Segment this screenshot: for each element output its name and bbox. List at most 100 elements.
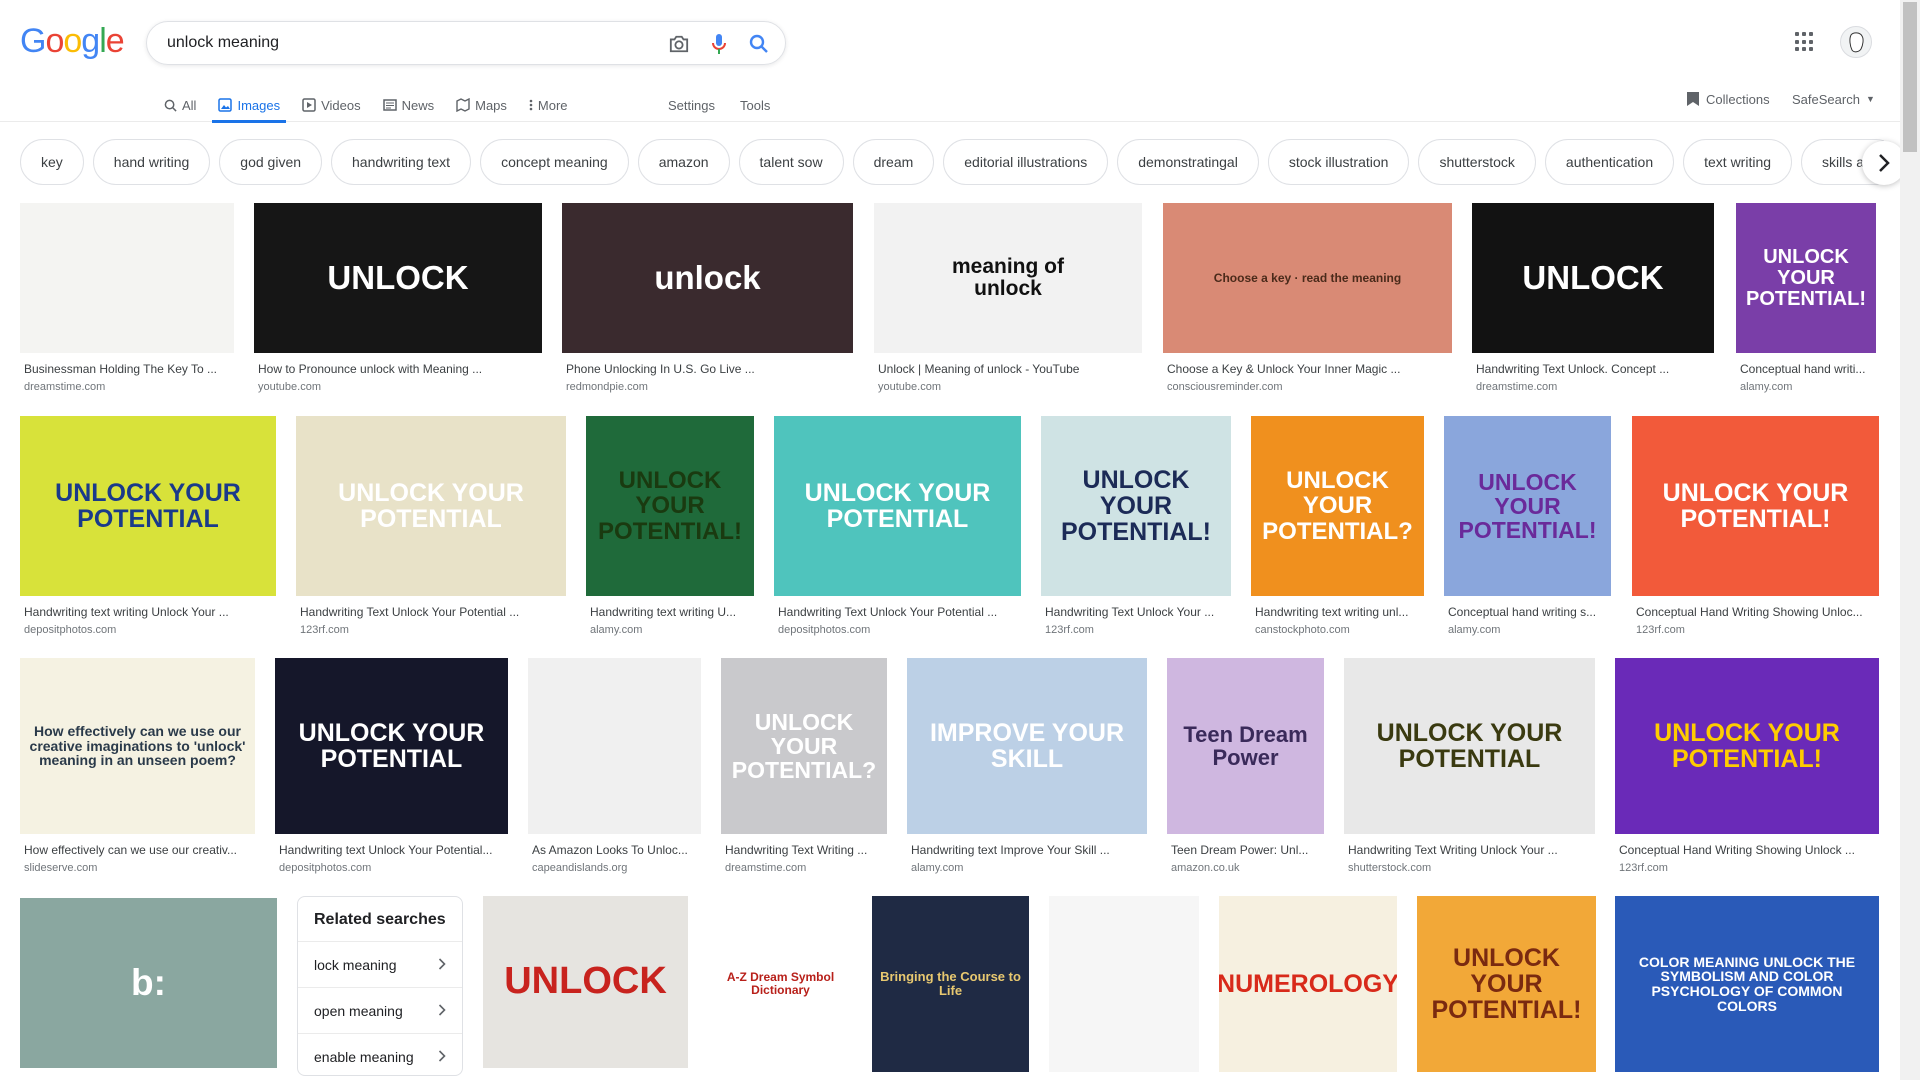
image-result[interactable]: UNLOCK YOUR POTENTIAL Handwriting Text Un… <box>296 416 566 638</box>
result-thumbnail[interactable]: UNLOCK <box>254 203 542 353</box>
tab-images[interactable]: Images <box>212 88 286 123</box>
image-result[interactable]: unlock Phone Unlocking In U.S. Go Live ..… <box>562 203 853 395</box>
result-title[interactable]: Conceptual Hand Writing Showing Unloc... <box>1636 605 1875 619</box>
image-result[interactable] <box>1049 896 1199 1080</box>
result-thumbnail[interactable]: UNLOCK YOUR POTENTIAL! <box>586 416 754 596</box>
image-result[interactable]: UNLOCK YOUR POTENTIAL Handwriting text Un… <box>275 658 508 876</box>
image-result[interactable]: UNLOCK YOUR POTENTIAL! Conceptual Hand Wr… <box>1615 658 1879 876</box>
settings-link[interactable]: Settings <box>668 88 715 122</box>
result-thumbnail[interactable]: IMPROVE YOUR SKILL <box>907 658 1147 834</box>
tab-maps[interactable]: Maps <box>456 88 507 122</box>
result-thumbnail[interactable]: UNLOCK <box>483 896 688 1068</box>
tools-link[interactable]: Tools <box>740 88 770 122</box>
image-result[interactable]: UNLOCK YOUR POTENTIAL? Handwriting text w… <box>1251 416 1424 638</box>
refinement-chip[interactable]: authentication <box>1544 139 1675 185</box>
result-thumbnail[interactable]: Choose a key · read the meaning <box>1163 203 1452 353</box>
result-title[interactable]: Handwriting Text Unlock Your Potential .… <box>778 605 1017 619</box>
tab-news[interactable]: News <box>382 88 434 122</box>
result-thumbnail[interactable]: UNLOCK YOUR POTENTIAL! <box>1444 416 1611 596</box>
refinement-chip[interactable]: editorial illustrations <box>943 139 1109 185</box>
image-result[interactable]: IMPROVE YOUR SKILL Handwriting text Impro… <box>907 658 1147 876</box>
image-result[interactable]: UNLOCK YOUR POTENTIAL? Handwriting Text W… <box>721 658 887 876</box>
image-result[interactable]: UNLOCK YOUR POTENTIAL! <box>1417 896 1596 1080</box>
image-result[interactable]: NUMEROLOGY <box>1219 896 1397 1080</box>
result-thumbnail[interactable]: unlock <box>562 203 853 353</box>
result-thumbnail[interactable]: UNLOCK YOUR POTENTIAL <box>774 416 1021 596</box>
camera-icon[interactable] <box>667 32 691 56</box>
tab-videos[interactable]: Videos <box>302 88 361 122</box>
result-title[interactable]: Phone Unlocking In U.S. Go Live ... <box>566 362 849 376</box>
refinement-chip[interactable]: text writing <box>1683 139 1793 185</box>
result-thumbnail[interactable] <box>1049 896 1199 1072</box>
refinement-chip[interactable]: shutterstock <box>1418 139 1536 185</box>
image-result[interactable]: UNLOCK YOUR POTENTIAL! Conceptual hand wr… <box>1736 203 1876 395</box>
image-result[interactable]: Businessman Holding The Key To ... dreams… <box>20 203 234 395</box>
related-search-item[interactable]: lock meaning <box>298 941 462 987</box>
image-result[interactable]: UNLOCK YOUR POTENTIAL! Conceptual hand wr… <box>1444 416 1611 638</box>
result-title[interactable]: Conceptual hand writi... <box>1740 362 1872 376</box>
collections-link[interactable]: Collections <box>1686 88 1770 110</box>
image-result[interactable]: Teen Dream Power Teen Dream Power: Unl...… <box>1167 658 1324 876</box>
result-title[interactable]: Handwriting text Improve Your Skill ... <box>911 843 1143 857</box>
result-thumbnail[interactable]: meaning of unlock <box>874 203 1142 353</box>
result-title[interactable]: Handwriting Text Writing Unlock Your ... <box>1348 843 1591 857</box>
result-title[interactable]: Handwriting Text Unlock Your ... <box>1045 605 1227 619</box>
result-thumbnail[interactable]: COLOR MEANING UNLOCK THE SYMBOLISM AND C… <box>1615 896 1879 1072</box>
result-title[interactable]: Handwriting Text Unlock Your Potential .… <box>300 605 562 619</box>
result-thumbnail[interactable] <box>20 203 234 353</box>
result-thumbnail[interactable]: UNLOCK YOUR POTENTIAL? <box>721 658 887 834</box>
result-title[interactable]: Handwriting text writing Unlock Your ... <box>24 605 272 619</box>
result-title[interactable]: Choose a Key & Unlock Your Inner Magic .… <box>1167 362 1448 376</box>
result-title[interactable]: Handwriting text writing unl... <box>1255 605 1420 619</box>
result-title[interactable]: Businessman Holding The Key To ... <box>24 362 230 376</box>
microphone-icon[interactable] <box>707 32 731 56</box>
refinement-chip[interactable]: god given <box>219 139 323 185</box>
result-thumbnail[interactable]: UNLOCK YOUR POTENTIAL! <box>1736 203 1876 353</box>
result-thumbnail[interactable]: UNLOCK YOUR POTENTIAL <box>20 416 276 596</box>
result-thumbnail[interactable]: UNLOCK YOUR POTENTIAL! <box>1041 416 1231 596</box>
result-title[interactable]: Teen Dream Power: Unl... <box>1171 843 1320 857</box>
refinement-chip[interactable]: amazon <box>637 139 730 185</box>
result-title[interactable]: Handwriting Text Unlock. Concept ... <box>1476 362 1710 376</box>
image-result[interactable]: As Amazon Looks To Unloc... capeandisland… <box>528 658 701 876</box>
scrollbar[interactable] <box>1900 0 1920 1080</box>
image-result[interactable]: UNLOCK YOUR POTENTIAL Handwriting Text Un… <box>774 416 1021 638</box>
result-thumbnail[interactable]: UNLOCK <box>1472 203 1714 353</box>
refinement-chip[interactable]: talent sow <box>738 139 844 185</box>
refinement-chip[interactable]: stock illustration <box>1267 139 1410 185</box>
image-result[interactable]: UNLOCK Handwriting Text Unlock. Concept .… <box>1472 203 1714 395</box>
image-result[interactable]: UNLOCK <box>483 896 688 1080</box>
image-result[interactable]: UNLOCK YOUR POTENTIAL! Handwriting text w… <box>586 416 754 638</box>
refinement-chip[interactable]: concept meaning <box>480 139 629 185</box>
avatar[interactable] <box>1840 26 1872 58</box>
result-thumbnail[interactable]: UNLOCK YOUR POTENTIAL <box>275 658 508 834</box>
result-thumbnail[interactable]: UNLOCK YOUR POTENTIAL! <box>1417 896 1596 1072</box>
result-title[interactable]: Conceptual Hand Writing Showing Unlock .… <box>1619 843 1875 857</box>
image-result[interactable]: UNLOCK YOUR POTENTIAL! Conceptual Hand Wr… <box>1632 416 1879 638</box>
refinement-chip[interactable]: handwriting text <box>331 139 472 185</box>
image-result[interactable]: meaning of unlock Unlock | Meaning of unl… <box>874 203 1142 395</box>
result-title[interactable]: Handwriting text writing U... <box>590 605 750 619</box>
safesearch-menu[interactable]: SafeSearch ▼ <box>1792 88 1875 110</box>
result-title[interactable]: Conceptual hand writing s... <box>1448 605 1607 619</box>
refinement-chip[interactable]: demonstratingal <box>1117 139 1259 185</box>
search-box[interactable]: unlock meaning <box>146 21 786 65</box>
result-title[interactable]: How to Pronounce unlock with Meaning ... <box>258 362 538 376</box>
image-result[interactable]: Bringing the Course to Life <box>872 896 1029 1080</box>
result-title[interactable]: Unlock | Meaning of unlock - YouTube <box>878 362 1138 376</box>
result-thumbnail[interactable] <box>528 658 701 834</box>
image-result[interactable]: UNLOCK How to Pronounce unlock with Meani… <box>254 203 542 395</box>
refinement-chip[interactable]: dream <box>852 139 935 185</box>
result-thumbnail[interactable]: UNLOCK YOUR POTENTIAL! <box>1632 416 1879 596</box>
result-title[interactable]: Handwriting text Unlock Your Potential..… <box>279 843 504 857</box>
result-thumbnail[interactable]: UNLOCK YOUR POTENTIAL <box>296 416 566 596</box>
result-thumbnail[interactable]: NUMEROLOGY <box>1219 896 1397 1072</box>
image-result[interactable]: b: <box>20 898 277 1080</box>
result-thumbnail[interactable]: Teen Dream Power <box>1167 658 1324 834</box>
result-title[interactable]: How effectively can we use our creativ..… <box>24 843 251 857</box>
image-result[interactable]: UNLOCK YOUR POTENTIAL! Handwriting Text U… <box>1041 416 1231 638</box>
refinement-chip[interactable]: hand writing <box>92 139 211 185</box>
image-result[interactable]: Choose a key · read the meaning Choose a … <box>1163 203 1452 395</box>
image-result[interactable]: How effectively can we use our creative … <box>20 658 255 876</box>
image-result[interactable]: A-Z Dream Symbol Dictionary <box>708 896 853 1080</box>
